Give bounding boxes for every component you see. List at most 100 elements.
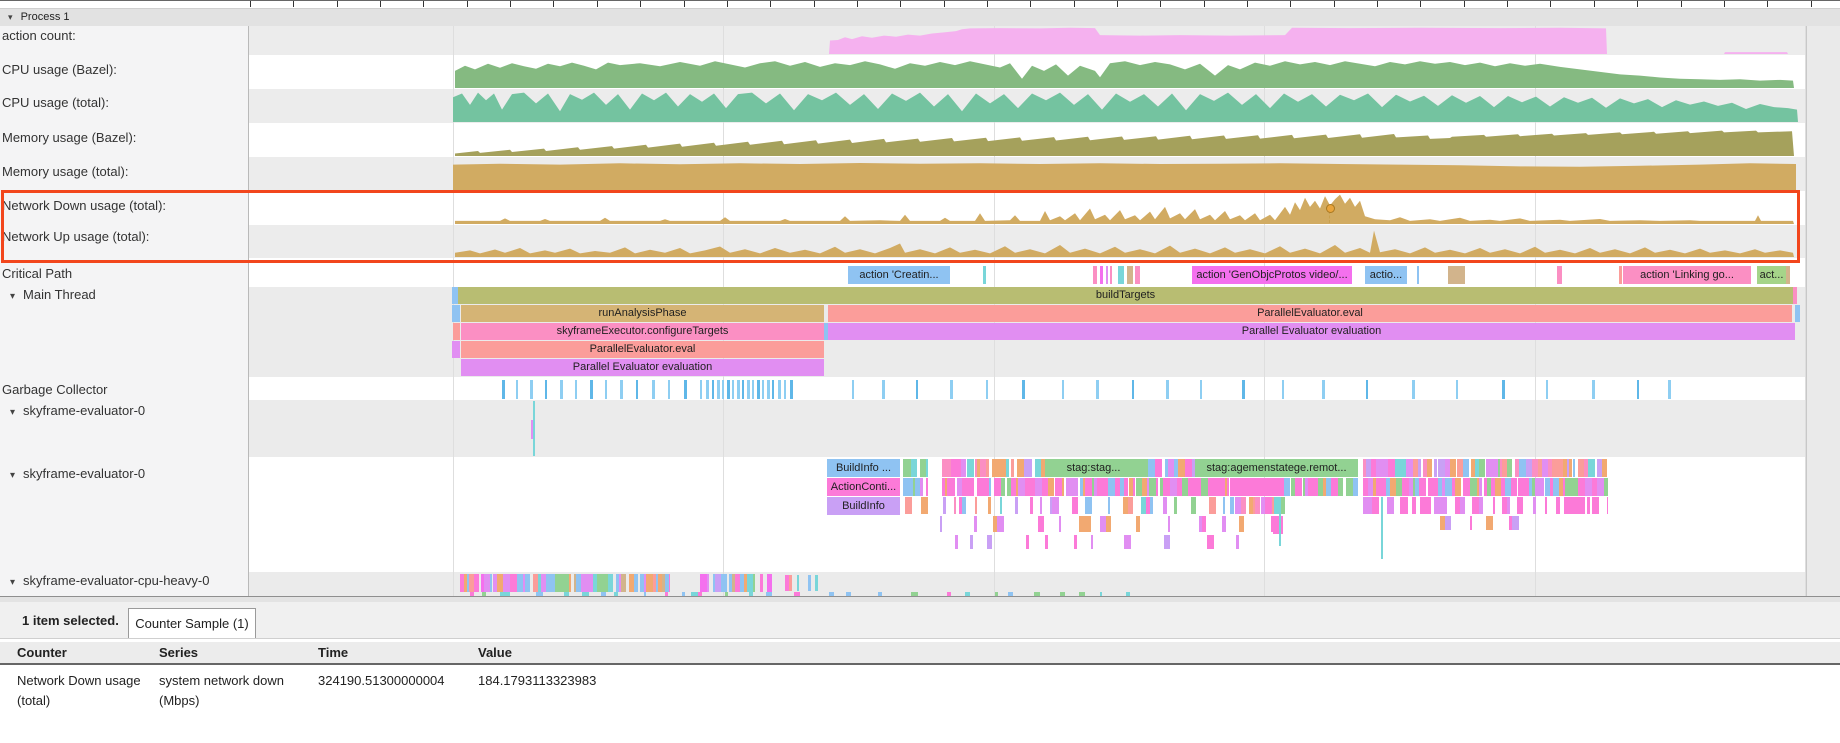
confetti-slice[interactable] <box>707 574 709 592</box>
confetti-slice[interactable] <box>1059 516 1061 532</box>
confetti-slice[interactable] <box>1149 478 1156 496</box>
confetti-slice[interactable] <box>1545 497 1547 514</box>
confetti-slice[interactable] <box>954 497 956 514</box>
confetti-slice[interactable] <box>1438 459 1445 477</box>
main-thread-slice[interactable]: runAnalysisPhase <box>461 305 824 322</box>
confetti-slice[interactable] <box>1571 478 1578 496</box>
confetti-slice[interactable] <box>1519 459 1526 477</box>
confetti-slice[interactable] <box>1030 459 1032 477</box>
confetti-slice[interactable] <box>1155 459 1162 477</box>
critical-path-slice[interactable] <box>1106 266 1108 284</box>
confetti-slice[interactable] <box>1470 478 1477 496</box>
confetti-slice[interactable] <box>1035 478 1042 496</box>
confetti-slice[interactable] <box>1084 516 1091 532</box>
confetti-slice[interactable] <box>940 516 942 532</box>
confetti-slice[interactable] <box>634 574 638 592</box>
gc-tick[interactable] <box>516 380 518 399</box>
confetti-slice[interactable] <box>1201 478 1208 496</box>
confetti-slice[interactable] <box>1606 478 1608 496</box>
critical-path-slice[interactable]: action 'Linking go... <box>1623 266 1751 284</box>
gc-tick[interactable] <box>1592 380 1595 399</box>
confetti-slice[interactable] <box>1222 516 1226 532</box>
critical-path-slice[interactable] <box>1110 266 1112 284</box>
chart-cpu-usage-total[interactable] <box>0 91 1840 122</box>
gc-tick[interactable] <box>1668 380 1671 399</box>
confetti-slice[interactable] <box>1055 478 1062 496</box>
gc-tick[interactable] <box>950 380 953 399</box>
row-skyframe-evaluator-0-a[interactable] <box>248 400 1840 457</box>
gc-tick[interactable] <box>737 380 740 399</box>
confetti-slice[interactable] <box>1585 478 1592 496</box>
chart-memory-usage-total[interactable] <box>0 159 1840 190</box>
confetti-slice[interactable] <box>1265 497 1272 514</box>
confetti-slice[interactable] <box>1346 478 1353 496</box>
gc-tick[interactable] <box>1637 380 1639 399</box>
confetti-slice[interactable] <box>1106 516 1111 532</box>
gc-tick[interactable] <box>1456 380 1458 399</box>
collapse-arrow-icon[interactable]: ▾ <box>10 407 15 418</box>
selected-sample-marker[interactable] <box>1326 204 1335 213</box>
confetti-slice[interactable] <box>1001 478 1005 496</box>
confetti-slice[interactable] <box>905 497 912 514</box>
gc-tick[interactable] <box>727 380 730 399</box>
confetti-slice[interactable] <box>967 459 974 477</box>
confetti-slice[interactable] <box>950 478 955 496</box>
gc-tick[interactable] <box>1412 380 1415 399</box>
confetti-slice[interactable] <box>1026 535 1029 549</box>
track-label-network-up-usage-total[interactable]: Network Up usage (total): <box>2 229 149 244</box>
collapse-arrow-icon[interactable]: ▾ <box>10 291 15 302</box>
confetti-slice[interactable] <box>1556 459 1563 477</box>
confetti-slice[interactable] <box>555 574 562 592</box>
confetti-slice[interactable] <box>569 574 571 592</box>
track-label-cpu-usage-bazel[interactable]: CPU usage (Bazel): <box>2 62 117 77</box>
confetti-slice[interactable] <box>1156 478 1158 496</box>
evaluator-slice[interactable] <box>1230 478 1284 496</box>
confetti-slice[interactable] <box>474 574 479 592</box>
confetti-slice[interactable] <box>1207 535 1214 549</box>
evaluator-slice[interactable]: stag:agemenstatege.remot... <box>1195 459 1358 477</box>
confetti-slice[interactable] <box>503 574 510 592</box>
confetti-slice[interactable] <box>753 574 755 592</box>
confetti-slice[interactable] <box>1460 497 1465 514</box>
main-thread-slice[interactable] <box>452 305 460 322</box>
confetti-slice[interactable] <box>1194 478 1201 496</box>
track-label-network-down-usage-total[interactable]: Network Down usage (total): <box>2 198 166 213</box>
confetti-slice[interactable] <box>1419 478 1426 496</box>
gc-tick[interactable] <box>747 380 750 399</box>
row-gc[interactable] <box>248 377 1840 400</box>
gc-tick[interactable] <box>575 380 577 399</box>
gc-tick[interactable] <box>1096 380 1099 399</box>
critical-path-slice[interactable] <box>1448 266 1465 284</box>
confetti-slice[interactable] <box>1331 478 1338 496</box>
critical-path-slice[interactable]: action 'Creatin... <box>848 266 950 284</box>
critical-path-slice[interactable] <box>1619 266 1622 284</box>
gc-tick[interactable] <box>757 380 760 399</box>
confetti-slice[interactable] <box>1556 497 1560 514</box>
confetti-slice[interactable] <box>975 497 977 514</box>
confetti-slice[interactable] <box>700 574 707 592</box>
main-thread-slice[interactable]: Parallel Evaluator evaluation <box>461 359 824 376</box>
confetti-slice[interactable] <box>1000 497 1002 514</box>
confetti-slice[interactable] <box>1486 516 1493 530</box>
confetti-slice[interactable] <box>992 459 999 477</box>
main-thread-slice[interactable]: ParallelEvaluator.eval <box>828 305 1792 322</box>
confetti-slice[interactable] <box>510 574 517 592</box>
confetti-slice[interactable] <box>1128 497 1133 514</box>
confetti-slice[interactable] <box>1387 497 1394 514</box>
confetti-slice[interactable] <box>808 575 811 591</box>
confetti-slice[interactable] <box>1017 459 1024 477</box>
chart-cpu-usage-bazel[interactable] <box>0 57 1840 88</box>
confetti-slice[interactable] <box>490 574 492 592</box>
confetti-slice[interactable] <box>1388 459 1395 477</box>
evaluator-slice[interactable]: BuildInfo <box>827 497 900 515</box>
confetti-slice[interactable] <box>1479 459 1485 477</box>
critical-path-slice[interactable]: action 'GenObjcProtos video/... <box>1192 266 1352 284</box>
gc-tick[interactable] <box>784 380 786 399</box>
confetti-slice[interactable] <box>1592 459 1595 477</box>
confetti-slice[interactable] <box>1018 478 1025 496</box>
gc-tick[interactable] <box>668 380 670 399</box>
confetti-slice[interactable] <box>1564 497 1571 514</box>
confetti-slice[interactable] <box>1578 497 1585 514</box>
critical-path-slice[interactable] <box>1093 266 1097 284</box>
confetti-slice[interactable] <box>1163 497 1167 514</box>
